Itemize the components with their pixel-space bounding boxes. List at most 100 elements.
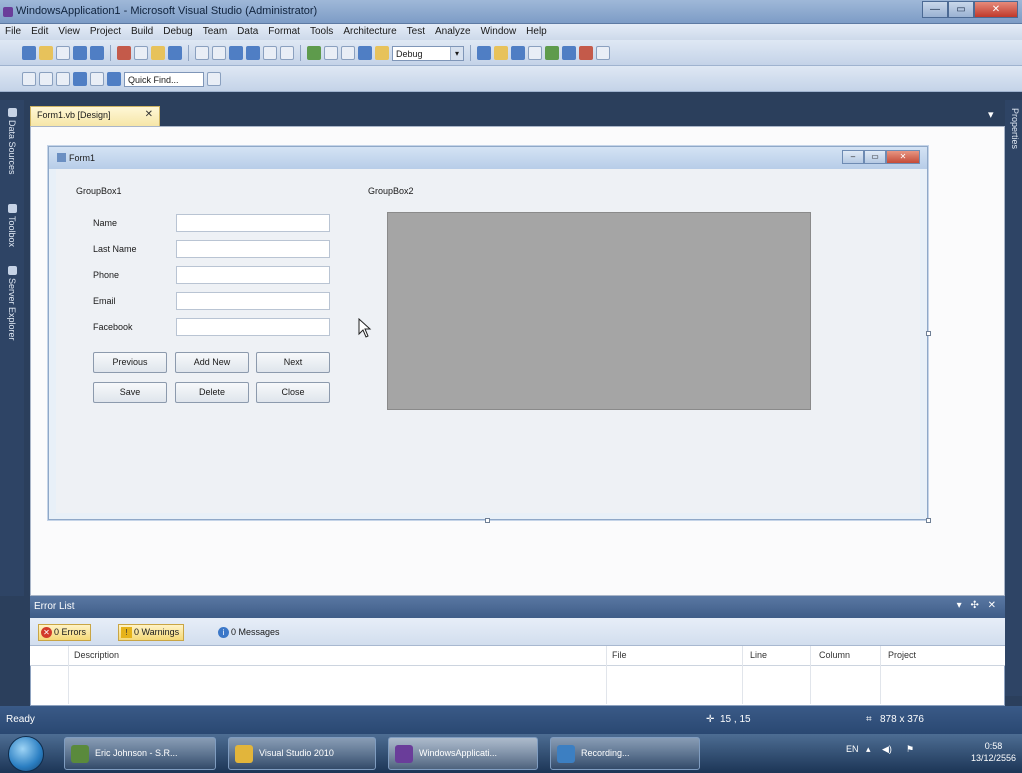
command-window-icon[interactable]: [579, 46, 593, 60]
add-new-button[interactable]: Add New: [175, 352, 249, 373]
panel-controls[interactable]: ▾ ✣ ✕: [957, 600, 999, 611]
start-debugging-icon[interactable]: [307, 46, 321, 60]
side-tab-toolbox[interactable]: Toolbox: [4, 204, 20, 247]
menu-edit[interactable]: Edit: [26, 24, 53, 39]
save-all-icon[interactable]: [90, 46, 104, 60]
warnings-toggle[interactable]: ! 0 Warnings: [118, 624, 185, 641]
name-input[interactable]: [176, 214, 330, 232]
menu-format[interactable]: Format: [263, 24, 305, 39]
phone-label[interactable]: Phone: [93, 270, 119, 280]
volume-icon[interactable]: ◀): [882, 744, 892, 755]
cut-icon[interactable]: [117, 46, 131, 60]
form-close-button[interactable]: Close: [256, 382, 330, 403]
facebook-label[interactable]: Facebook: [93, 322, 133, 332]
save-icon[interactable]: [73, 46, 87, 60]
messages-toggle[interactable]: i 0 Messages: [216, 624, 284, 641]
stop-icon[interactable]: [341, 46, 355, 60]
uncomment-icon[interactable]: [212, 46, 226, 60]
menu-file[interactable]: File: [0, 24, 26, 39]
column-description[interactable]: Description: [74, 650, 119, 660]
toolbox-icon[interactable]: [528, 46, 542, 60]
previous-button[interactable]: Previous: [93, 352, 167, 373]
menu-debug[interactable]: Debug: [158, 24, 197, 39]
lock-controls-icon[interactable]: [107, 72, 121, 86]
copy-icon[interactable]: [134, 46, 148, 60]
taskbar-item-recording[interactable]: Recording...: [550, 737, 700, 770]
close-tab-icon[interactable]: ✕: [145, 109, 153, 120]
toolbar-options-icon[interactable]: [596, 46, 610, 60]
menu-architecture[interactable]: Architecture: [338, 24, 401, 39]
facebook-input[interactable]: [176, 318, 330, 336]
extension-manager-icon[interactable]: [562, 46, 576, 60]
solution-configuration-combo[interactable]: Debug ▾: [392, 45, 464, 61]
redo-icon[interactable]: [246, 46, 260, 60]
menu-test[interactable]: Test: [402, 24, 430, 39]
close-button[interactable]: ✕: [974, 1, 1018, 18]
add-item-icon[interactable]: [56, 46, 70, 60]
action-center-flag-icon[interactable]: ⚑: [906, 744, 914, 755]
side-tab-server-explorer[interactable]: Server Explorer: [4, 266, 20, 341]
taskbar-item-windowsapplication[interactable]: WindowsApplicati...: [388, 737, 538, 770]
properties-icon[interactable]: [494, 46, 508, 60]
object-browser-icon[interactable]: [511, 46, 525, 60]
picture-box[interactable]: [387, 212, 811, 410]
column-file[interactable]: File: [612, 650, 627, 660]
navigate-forward-icon[interactable]: [280, 46, 294, 60]
tab-form1-design[interactable]: Form1.vb [Design] ✕: [30, 106, 160, 126]
taskbar-item-eric-johnson[interactable]: Eric Johnson - S.R...: [64, 737, 216, 770]
quick-find-dropdown-icon[interactable]: [207, 72, 221, 86]
step-icon[interactable]: [358, 46, 372, 60]
comment-icon[interactable]: [195, 46, 209, 60]
menu-analyze[interactable]: Analyze: [430, 24, 476, 39]
tray-expand-icon[interactable]: ▴: [866, 744, 871, 755]
quick-find-input[interactable]: Quick Find...: [124, 71, 204, 87]
menu-help[interactable]: Help: [521, 24, 552, 39]
column-project[interactable]: Project: [888, 650, 916, 660]
side-tab-data-sources[interactable]: Data Sources: [4, 108, 20, 175]
errors-toggle[interactable]: ✕ 0 Errors: [38, 624, 92, 641]
next-button[interactable]: Next: [256, 352, 330, 373]
maximize-button[interactable]: ▭: [948, 1, 974, 18]
start-page-icon[interactable]: [545, 46, 559, 60]
menu-build[interactable]: Build: [126, 24, 158, 39]
document-menu-icon[interactable]: ▾: [988, 108, 1002, 122]
find-icon[interactable]: [168, 46, 182, 60]
last-name-input[interactable]: [176, 240, 330, 258]
open-file-icon[interactable]: [39, 46, 53, 60]
navigate-back-icon[interactable]: [263, 46, 277, 60]
clock[interactable]: 0:58 13/12/2556: [971, 740, 1016, 764]
bring-to-front-icon[interactable]: [56, 72, 70, 86]
undo-icon[interactable]: [229, 46, 243, 60]
name-label[interactable]: Name: [93, 218, 117, 228]
send-to-back-icon[interactable]: [73, 72, 87, 86]
resize-handle-bottom[interactable]: [485, 518, 490, 523]
last-name-label[interactable]: Last Name: [93, 244, 137, 254]
grid-icon[interactable]: [90, 72, 104, 86]
solution-icon[interactable]: [375, 46, 389, 60]
taskbar-item-visual-studio[interactable]: Visual Studio 2010: [228, 737, 376, 770]
delete-button[interactable]: Delete: [175, 382, 249, 403]
groupbox1-label[interactable]: GroupBox1: [76, 186, 122, 196]
minimize-button[interactable]: —: [922, 1, 948, 18]
solution-explorer-icon[interactable]: [477, 46, 491, 60]
side-tab-properties[interactable]: Properties: [1007, 108, 1022, 149]
new-project-icon[interactable]: [22, 46, 36, 60]
email-input[interactable]: [176, 292, 330, 310]
menu-data[interactable]: Data: [232, 24, 263, 39]
menu-window[interactable]: Window: [476, 24, 522, 39]
save-button[interactable]: Save: [93, 382, 167, 403]
column-column[interactable]: Column: [819, 650, 850, 660]
spacing-icon[interactable]: [39, 72, 53, 86]
menu-project[interactable]: Project: [85, 24, 126, 39]
groupbox2-label[interactable]: GroupBox2: [368, 186, 414, 196]
start-button[interactable]: [8, 736, 44, 772]
pause-icon[interactable]: [324, 46, 338, 60]
resize-handle-corner[interactable]: [926, 518, 931, 523]
email-label[interactable]: Email: [93, 296, 116, 306]
align-icon[interactable]: [22, 72, 36, 86]
menu-tools[interactable]: Tools: [305, 24, 338, 39]
menu-view[interactable]: View: [53, 24, 85, 39]
phone-input[interactable]: [176, 266, 330, 284]
paste-icon[interactable]: [151, 46, 165, 60]
resize-handle-right[interactable]: [926, 331, 931, 336]
